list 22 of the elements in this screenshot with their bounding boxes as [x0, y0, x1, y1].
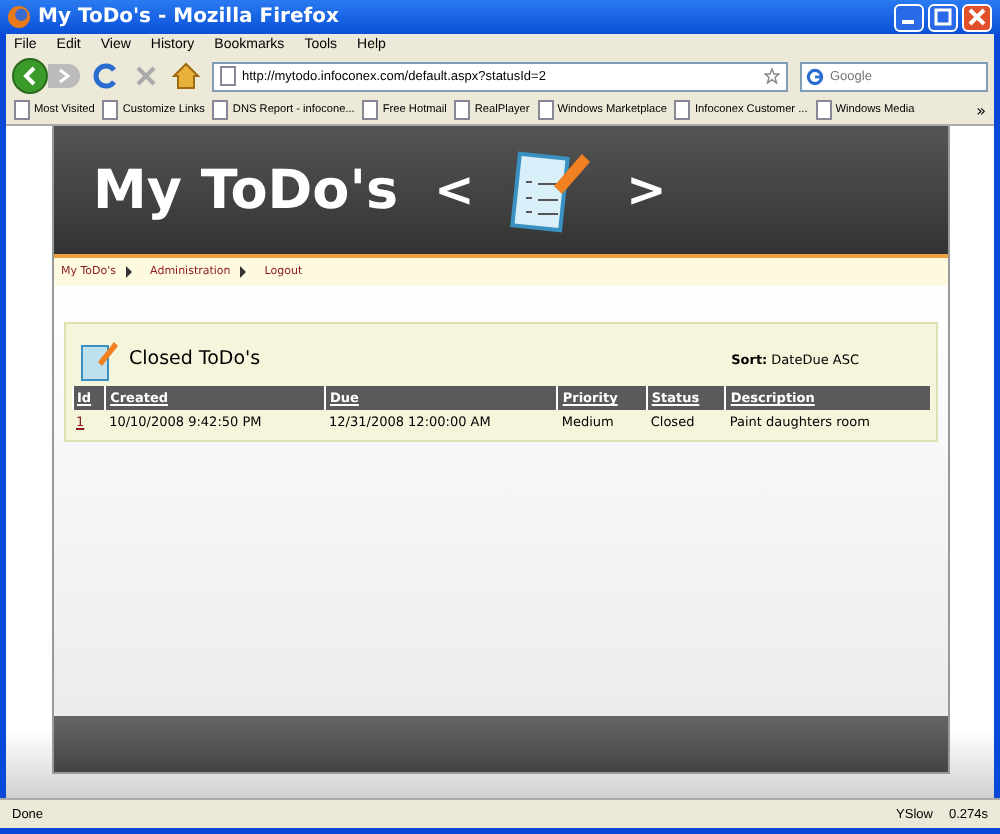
checklist-pencil-icon — [77, 337, 117, 381]
triangle-icon — [240, 266, 247, 278]
maximize-button[interactable] — [928, 3, 958, 31]
minimize-button[interactable] — [894, 3, 924, 31]
close-icon — [968, 8, 986, 26]
close-button[interactable] — [962, 3, 992, 31]
maximize-icon — [934, 8, 952, 26]
next-link[interactable]: > — [626, 162, 667, 218]
home-icon[interactable] — [172, 62, 200, 90]
reload-icon[interactable] — [92, 62, 120, 90]
back-button[interactable] — [12, 58, 48, 94]
triangle-icon — [126, 266, 133, 278]
checklist-pencil-icon — [510, 146, 591, 234]
search-engine-icon[interactable] — [806, 67, 824, 85]
more-bookmarks-button[interactable]: » — [976, 101, 986, 119]
previous-link[interactable]: < — [434, 162, 475, 218]
star-icon[interactable] — [764, 68, 780, 84]
page-icon — [220, 66, 236, 86]
firefox-logo-icon — [8, 6, 30, 28]
site-title: My ToDo's — [93, 159, 399, 221]
panel-title: Closed ToDo's — [129, 348, 263, 370]
window-title: My ToDo's - Mozilla Firefox — [38, 6, 341, 28]
